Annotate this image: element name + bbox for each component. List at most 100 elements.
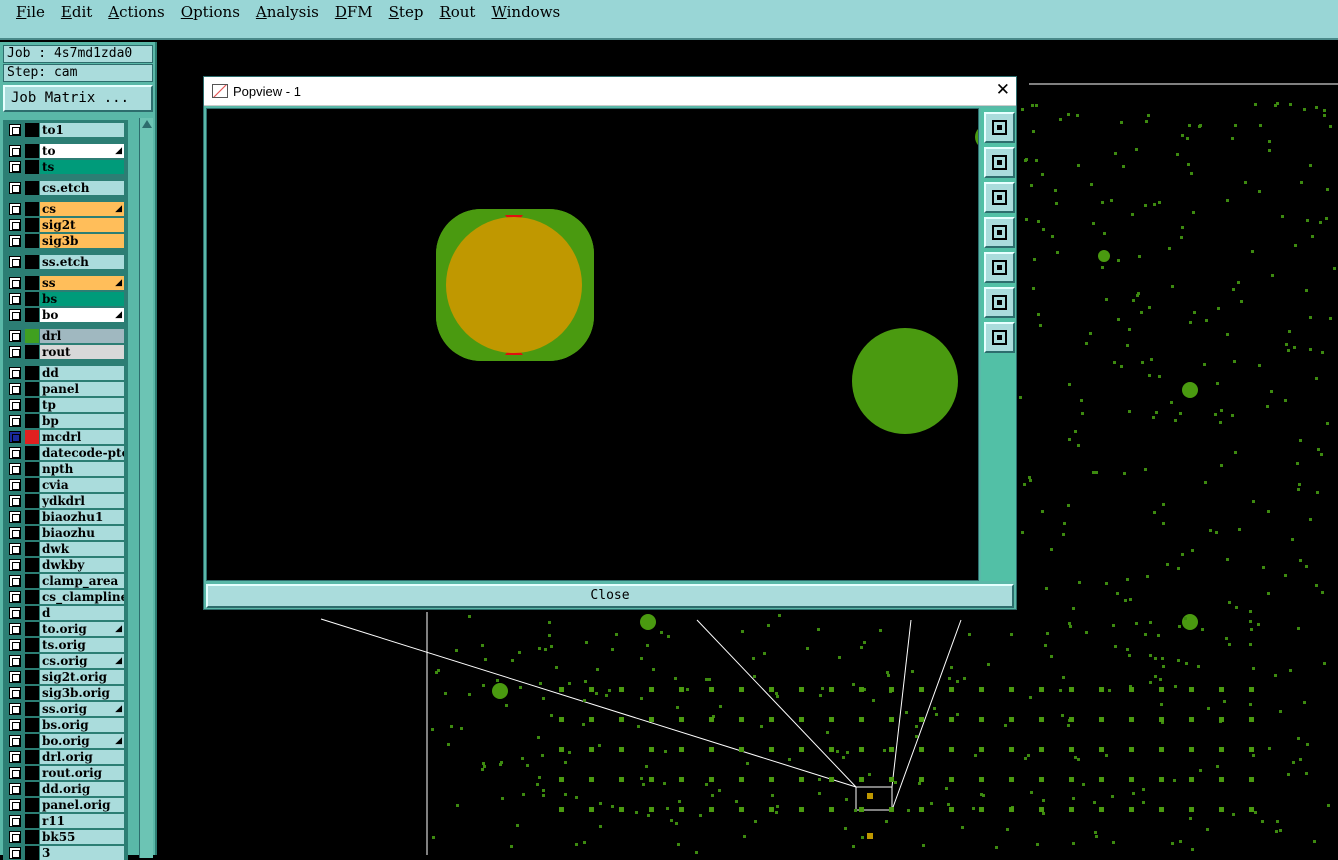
layer-name[interactable]: biaozhu (40, 526, 124, 540)
layer-checkbox[interactable] (9, 415, 21, 427)
job-matrix-button[interactable]: Job Matrix ... (3, 85, 153, 112)
layer-color-swatch[interactable] (25, 398, 39, 412)
layer-name[interactable]: cs_clampline (40, 590, 124, 604)
layer-color-swatch[interactable] (25, 234, 39, 248)
layer-row[interactable]: cs_clampline (3, 589, 128, 605)
layer-name[interactable]: 3 (40, 846, 124, 860)
pan-down-icon[interactable] (984, 182, 1015, 213)
layer-color-swatch[interactable] (25, 590, 39, 604)
layer-checkbox[interactable] (9, 703, 21, 715)
layer-color-swatch[interactable] (25, 622, 39, 636)
layer-checkbox[interactable] (9, 124, 21, 136)
layer-checkbox[interactable] (9, 623, 21, 635)
menu-analysis[interactable]: Analysis (248, 3, 327, 21)
layer-row[interactable]: sig3b (3, 233, 128, 249)
layer-row[interactable]: clamp_area (3, 573, 128, 589)
layer-row[interactable]: bo ◢ (3, 307, 128, 323)
layer-color-swatch[interactable] (25, 718, 39, 732)
layer-color-swatch[interactable] (25, 276, 39, 290)
layer-name[interactable]: ydkdrl (40, 494, 124, 508)
layer-checkbox[interactable] (9, 463, 21, 475)
layer-color-swatch[interactable] (25, 526, 39, 540)
layer-color-swatch[interactable] (25, 494, 39, 508)
pan-left-icon[interactable] (984, 217, 1015, 248)
layer-row[interactable]: drl.orig (3, 749, 128, 765)
layer-row[interactable]: bk55 (3, 829, 128, 845)
layer-row[interactable]: ts.orig (3, 637, 128, 653)
layer-row[interactable]: panel (3, 381, 128, 397)
layer-color-swatch[interactable] (25, 670, 39, 684)
layer-color-swatch[interactable] (25, 510, 39, 524)
layer-row[interactable]: datecode-ptc (3, 445, 128, 461)
layer-row[interactable]: dd (3, 365, 128, 381)
layer-row[interactable]: bs (3, 291, 128, 307)
menu-windows[interactable]: Windows (483, 3, 568, 21)
layer-name[interactable]: ss ◢ (40, 276, 124, 290)
layer-color-swatch[interactable] (25, 160, 39, 174)
layer-name[interactable]: rout (40, 345, 124, 359)
menu-step[interactable]: Step (381, 3, 432, 21)
layer-name[interactable]: bs.orig (40, 718, 124, 732)
zoom-home-icon[interactable] (984, 322, 1015, 353)
layer-color-swatch[interactable] (25, 846, 39, 860)
layer-checkbox[interactable] (9, 543, 21, 555)
menu-actions[interactable]: Actions (100, 3, 172, 21)
layer-name[interactable]: r11 (40, 814, 124, 828)
layer-checkbox[interactable] (9, 719, 21, 731)
layer-color-swatch[interactable] (25, 766, 39, 780)
layer-checkbox[interactable] (9, 479, 21, 491)
layer-checkbox[interactable] (9, 145, 21, 157)
layer-name[interactable]: cs ◢ (40, 202, 124, 216)
layer-name[interactable]: npth (40, 462, 124, 476)
layer-color-swatch[interactable] (25, 446, 39, 460)
layer-row[interactable]: cvia (3, 477, 128, 493)
layer-name[interactable]: dwkby (40, 558, 124, 572)
layer-name[interactable]: to1 (40, 123, 124, 137)
layer-color-swatch[interactable] (25, 462, 39, 476)
layer-row[interactable]: sig2t.orig (3, 669, 128, 685)
layer-checkbox[interactable] (9, 559, 21, 571)
layer-row[interactable]: mcdrl (3, 429, 128, 445)
close-icon[interactable]: ✕ (996, 80, 1010, 100)
layer-name[interactable]: dd (40, 366, 124, 380)
layer-checkbox[interactable] (9, 799, 21, 811)
layer-row[interactable]: dwk (3, 541, 128, 557)
layer-checkbox[interactable] (9, 767, 21, 779)
layer-checkbox[interactable] (9, 447, 21, 459)
layer-checkbox[interactable] (9, 511, 21, 523)
layer-row[interactable]: to1 (3, 122, 128, 138)
layer-row[interactable]: biaozhu (3, 525, 128, 541)
layer-checkbox[interactable] (9, 367, 21, 379)
layer-checkbox[interactable] (9, 203, 21, 215)
layer-list-scrollbar[interactable] (139, 118, 153, 858)
layer-color-swatch[interactable] (25, 414, 39, 428)
layer-name[interactable]: bo ◢ (40, 308, 124, 322)
layer-row[interactable]: ss.orig ◢ (3, 701, 128, 717)
layer-color-swatch[interactable] (25, 181, 39, 195)
layer-checkbox[interactable] (9, 671, 21, 683)
layer-name[interactable]: to.orig ◢ (40, 622, 124, 636)
layer-color-swatch[interactable] (25, 345, 39, 359)
layer-name[interactable]: sig2t (40, 218, 124, 232)
layer-name[interactable]: bo.orig ◢ (40, 734, 124, 748)
layer-color-swatch[interactable] (25, 606, 39, 620)
layer-color-swatch[interactable] (25, 430, 39, 444)
layer-color-swatch[interactable] (25, 702, 39, 716)
menu-options[interactable]: Options (173, 3, 248, 21)
layer-name[interactable]: panel.orig (40, 798, 124, 812)
pan-up-icon[interactable] (984, 147, 1015, 178)
layer-name[interactable]: ts.orig (40, 638, 124, 652)
layer-checkbox[interactable] (9, 639, 21, 651)
layer-name[interactable]: cs.etch (40, 181, 124, 195)
layer-checkbox[interactable] (9, 219, 21, 231)
pan-right-icon[interactable] (984, 252, 1015, 283)
layer-name[interactable]: ts (40, 160, 124, 174)
layer-row[interactable]: to ◢ (3, 143, 128, 159)
layer-checkbox[interactable] (9, 330, 21, 342)
layer-row[interactable]: cs.etch (3, 180, 128, 196)
layer-row[interactable]: ts (3, 159, 128, 175)
layer-checkbox[interactable] (9, 815, 21, 827)
layer-row[interactable]: 3 (3, 845, 128, 860)
layer-name[interactable]: to ◢ (40, 144, 124, 158)
layer-name[interactable]: dd.orig (40, 782, 124, 796)
